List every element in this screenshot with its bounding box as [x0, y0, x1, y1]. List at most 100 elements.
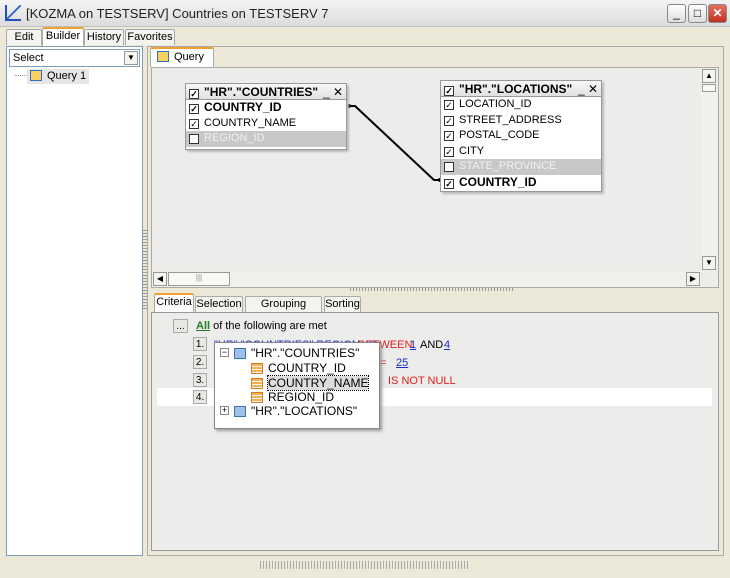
diagram-canvas[interactable]: ✓ "HR"."COUNTRIES" _ ✕ ✓ COUNTRY_ID ✓ COUNTRY…: [151, 67, 719, 288]
tree-node-field[interactable]: REGION_ID: [251, 390, 334, 404]
object-select[interactable]: Select ▼: [9, 49, 140, 67]
criteria-menu-button[interactable]: ...: [173, 319, 188, 333]
table-title: "HR"."LOCATIONS": [459, 82, 573, 96]
criteria-value[interactable]: 1: [410, 339, 416, 351]
checkbox[interactable]: ✓: [444, 131, 454, 141]
scroll-left-icon[interactable]: ◀: [153, 272, 167, 286]
field-row[interactable]: ✓ STATE_PROVINCE: [441, 159, 601, 175]
tab-grouping-criteria[interactable]: Grouping criteria: [245, 296, 322, 325]
window-title: [KOZMA on TESTSERV] Countries on TESTSER…: [26, 6, 329, 21]
tab-builder[interactable]: Builder: [42, 27, 84, 46]
checkbox[interactable]: ✓: [444, 146, 454, 157]
table-title: "HR"."COUNTRIES": [204, 85, 319, 99]
title-bar: [KOZMA on TESTSERV] Countries on TESTSER…: [0, 0, 730, 27]
tab-query-1[interactable]: Query 1: [150, 47, 214, 80]
scroll-up-icon[interactable]: ▲: [702, 69, 716, 83]
criteria-value[interactable]: 4: [444, 339, 450, 351]
checkbox[interactable]: ✓: [444, 162, 454, 172]
checkbox[interactable]: ✓: [189, 104, 199, 114]
minimize-button[interactable]: _: [667, 4, 686, 23]
checkbox[interactable]: ✓: [189, 118, 199, 129]
field-row[interactable]: ✓ POSTAL_CODE: [441, 128, 601, 144]
tab-edit[interactable]: Edit: [6, 29, 42, 45]
field-row[interactable]: ✓ COUNTRY_ID: [186, 100, 346, 116]
criteria-value[interactable]: 25: [396, 357, 408, 369]
row-number-3[interactable]: 3.: [193, 373, 207, 387]
tree-node-field[interactable]: COUNTRY_NAME: [251, 374, 370, 391]
row-number-2[interactable]: 2.: [193, 355, 207, 369]
scroll-thumb[interactable]: [702, 84, 716, 92]
tree-node-field[interactable]: COUNTRY_ID: [251, 361, 346, 375]
field-name: COUNTRY_ID: [204, 100, 282, 114]
table-icon: [234, 348, 246, 359]
close-button[interactable]: ✕: [708, 4, 727, 23]
scroll-right-icon[interactable]: ▶: [686, 272, 700, 286]
maximize-button[interactable]: □: [688, 4, 707, 23]
collapse-icon[interactable]: −: [220, 348, 229, 357]
expand-icon[interactable]: +: [220, 406, 229, 415]
tree-node-locations[interactable]: "HR"."LOCATIONS": [234, 404, 357, 418]
select-value: Select: [13, 52, 44, 64]
field-row[interactable]: ✓ COUNTRY_NAME: [186, 116, 346, 132]
field-name: COUNTRY_ID: [459, 174, 537, 189]
query-icon: [30, 70, 42, 81]
field-picker-popup: − "HR"."COUNTRIES" COUNTRY_ID COUNTRY_NAM…: [214, 342, 380, 429]
all-link[interactable]: All: [196, 320, 210, 332]
tree-node-countries[interactable]: "HR"."COUNTRIES": [234, 346, 359, 360]
horizontal-splitter[interactable]: [350, 288, 515, 291]
checkbox[interactable]: ✓: [189, 89, 199, 99]
tab-history[interactable]: History: [84, 29, 124, 45]
checkbox[interactable]: ✓: [444, 100, 454, 110]
checkbox[interactable]: ✓: [189, 134, 199, 144]
tree-item-label: Query 1: [47, 70, 87, 82]
criteria-header-text: of the following are met: [213, 320, 327, 332]
tab-criteria[interactable]: Criteria: [154, 293, 194, 312]
query-icon: [157, 51, 169, 62]
left-panel: Select ▼ Query 1: [6, 46, 143, 556]
field-row[interactable]: ✓ LOCATION_ID: [441, 97, 601, 113]
field-name: LOCATION_ID: [459, 98, 532, 110]
close-icon[interactable]: _ ✕: [578, 81, 601, 97]
table-countries[interactable]: ✓ "HR"."COUNTRIES" _ ✕ ✓ COUNTRY_ID ✓ COUNTRY…: [185, 83, 347, 150]
horizontal-scrollbar[interactable]: ◀ ||| ▶: [152, 271, 701, 287]
criteria-operator[interactable]: =: [380, 357, 386, 369]
field-name: REGION_ID: [204, 132, 265, 144]
field-name: STATE_PROVINCE: [459, 160, 557, 172]
column-icon: [251, 377, 263, 389]
node-label: REGION_ID: [268, 390, 335, 404]
field-name: STREET_ADDRESS: [459, 113, 562, 126]
column-icon: [251, 363, 263, 374]
row-number-4[interactable]: 4.: [193, 390, 207, 404]
tab-sorting[interactable]: Sorting: [324, 296, 361, 312]
vertical-scrollbar[interactable]: ▲ ▼: [701, 68, 717, 271]
bottom-splitter[interactable]: [260, 561, 470, 569]
node-label: "HR"."LOCATIONS": [251, 404, 358, 418]
tab-favorites[interactable]: Favorites: [125, 29, 175, 45]
field-row[interactable]: ✓ REGION_ID: [186, 131, 346, 147]
app-icon: [5, 5, 21, 21]
field-row[interactable]: ✓ COUNTRY_ID: [441, 175, 601, 191]
table-icon: [234, 406, 246, 417]
criteria-and: AND: [420, 339, 444, 351]
scroll-thumb[interactable]: |||: [168, 272, 230, 286]
node-label: COUNTRY_NAME: [266, 374, 370, 391]
table-locations[interactable]: ✓ "HR"."LOCATIONS" _ ✕ ✓ LOCATION_ID ✓ STREET…: [440, 80, 602, 192]
node-label: "HR"."COUNTRIES": [251, 346, 360, 360]
row-number-1[interactable]: 1.: [193, 337, 207, 351]
checkbox[interactable]: ✓: [444, 86, 454, 96]
criteria-operator[interactable]: IS NOT NULL: [388, 375, 456, 387]
scroll-down-icon[interactable]: ▼: [702, 256, 716, 270]
tab-selection[interactable]: Selection: [195, 296, 243, 312]
field-name: CITY: [459, 144, 485, 157]
node-label: COUNTRY_ID: [268, 361, 346, 375]
tree-item-query-1[interactable]: Query 1: [27, 69, 90, 84]
field-name: COUNTRY_NAME: [204, 116, 297, 129]
field-row[interactable]: ✓ STREET_ADDRESS: [441, 113, 601, 129]
checkbox[interactable]: ✓: [444, 178, 454, 189]
close-icon[interactable]: _ ✕: [323, 84, 346, 100]
chevron-down-icon[interactable]: ▼: [124, 51, 138, 65]
field-name: POSTAL_CODE: [459, 129, 540, 141]
column-icon: [251, 392, 263, 403]
checkbox[interactable]: ✓: [444, 115, 454, 126]
field-row[interactable]: ✓ CITY: [441, 144, 601, 160]
